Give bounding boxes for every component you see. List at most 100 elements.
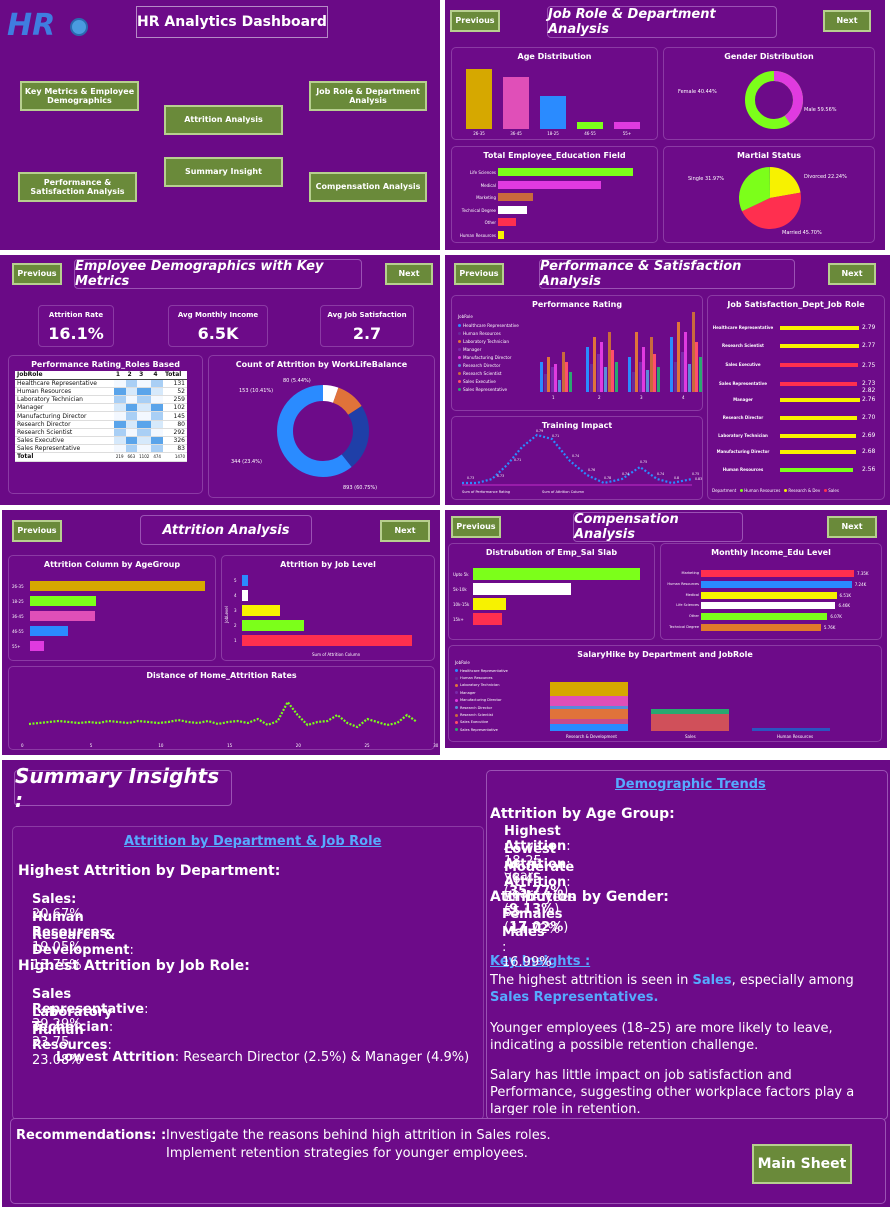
rating-bar [628, 357, 631, 392]
table-heat-cell [137, 395, 152, 405]
performance-button[interactable]: Performance & Satisfaction Analysis [18, 172, 137, 202]
eduincome-tick: Marketing [681, 571, 699, 575]
legend-label: Human Resources [744, 488, 781, 493]
table-row: Sales Representative 83 [15, 444, 187, 454]
job-role-button[interactable]: Job Role & Department Analysis [309, 81, 427, 111]
joblevel-card: Attrition by Job Level JobLevel 5 4 3 2 1 Sum… [221, 555, 435, 661]
rating-bar [589, 364, 593, 392]
table-cell: Manager [15, 403, 114, 413]
table-row: Human Resources 52 [15, 387, 187, 397]
legend-label: Sales Executive [460, 720, 489, 725]
jobsat-legend-item: Human Resources [740, 488, 780, 493]
rating-bar [611, 350, 615, 392]
distance-tick: 25 [365, 743, 371, 748]
table-header-cell: JobRole [15, 371, 114, 380]
jobsat-value-label: 2.73 [862, 380, 876, 387]
rating-bar [568, 372, 572, 392]
previous-button[interactable]: Previous [450, 10, 500, 32]
distance-tick: 5 [90, 743, 93, 748]
legend-label: Research Director [460, 705, 493, 710]
rating-tick: 3 [640, 395, 643, 400]
compensation-button[interactable]: Compensation Analysis [309, 172, 427, 202]
rating-bar [561, 352, 565, 392]
eduincome-bar [701, 570, 854, 577]
key1-highlight: Sales [692, 973, 732, 988]
demo-link[interactable]: Demographic Trends [615, 777, 766, 792]
table-heat-cell [125, 403, 138, 413]
jobsat-tick: Laboratory Technician [718, 433, 768, 438]
jobsat-legend-item: Department [712, 488, 736, 493]
hike-legend-item: Manufacturing Director [455, 697, 525, 704]
performance-table: JobRole 1 2 3 4 Total Healthcare Representativ… [15, 371, 187, 462]
legend-dot-icon [455, 706, 458, 710]
rating-bar [695, 342, 699, 392]
jobsat-bar [780, 450, 857, 454]
lowest-attrition: Lowest Attrition: Research Director (2.5… [56, 1050, 469, 1065]
summary-insight-button[interactable]: Summary Insight [164, 157, 283, 187]
attrition-button[interactable]: Attrition Analysis [164, 105, 283, 135]
education-tick: Life Sciences [469, 170, 496, 175]
worklife-label-1: 80 (5.44%) [283, 378, 311, 384]
table-total-cell: 259 [162, 395, 187, 405]
summary-title: Summary Insights : [14, 764, 232, 812]
next-button[interactable]: Next [380, 520, 430, 542]
single-label: Single 31.97% [688, 176, 725, 182]
jobsat-legend: Department Human Resources Research & Dev S… [712, 488, 839, 493]
performance-table-card: Performance Rating_Roles Based JobRole 1 2… [8, 355, 203, 494]
table-heat-cell [151, 387, 163, 397]
gender-item-key: Females [502, 907, 563, 922]
next-button[interactable]: Next [828, 263, 876, 285]
rating-bar [642, 347, 646, 392]
salslab-bar [473, 613, 503, 625]
legend-dot-icon [455, 728, 458, 732]
salslab-bar [473, 598, 507, 610]
agegroup-chart: 26-35 18-25 36-45 46-55 55+ [9, 556, 217, 662]
main-sheet-button[interactable]: Main Sheet [752, 1144, 852, 1184]
table-cell: Research Director [15, 420, 114, 429]
key1-text2: , especially among [731, 973, 854, 988]
previous-button[interactable]: Previous [12, 520, 62, 542]
age-distribution-card: Age Distribution 26-35 36-45 18-25 46-55 55+ [451, 47, 658, 140]
hike-stack-hr [752, 728, 830, 731]
legend-label: Sales Representative [460, 727, 498, 732]
attrition-panel: Previous Attrition Analysis Next Attriti… [2, 510, 440, 755]
previous-button[interactable]: Previous [454, 263, 504, 285]
training-legend-1: Sum of Performance Rating [462, 490, 511, 494]
kpi-label: Attrition Rate [48, 311, 104, 319]
rating-bar [596, 354, 600, 392]
marital-card: Martial Status Single 31.97% Divorced 22… [663, 146, 875, 243]
gender-donut [745, 71, 803, 129]
summary-panel: Summary Insights : Attrition by Departme… [2, 760, 890, 1207]
jobsat-value-label: 2.77 [862, 342, 876, 349]
salslab-tick: 10k-15k [453, 602, 470, 607]
next-button[interactable]: Next [823, 10, 871, 32]
agegroup-bar [30, 611, 95, 621]
next-button[interactable]: Next [385, 263, 433, 285]
age-bar [540, 96, 566, 129]
jobrole-title: Job Role & Department Analysis [547, 6, 777, 38]
table-heat-cell [113, 411, 126, 421]
training-value-label: 0.71 [552, 434, 559, 438]
dept-heading: Highest Attrition by Department: [18, 863, 281, 879]
salslab-tick: Upto 5k [453, 572, 469, 577]
legend-label: Healthcare Representative [460, 668, 508, 673]
education-tick: Medical [480, 182, 496, 188]
rec-1: Investigate the reasons behind high attr… [166, 1128, 551, 1143]
eduincome-chart: Marketing 7.35K Human Resources 7.24K Medica… [661, 544, 883, 641]
jobsat-bar [780, 326, 860, 330]
dept-link[interactable]: Attrition by Department & Job Role [124, 834, 381, 849]
key-metrics-button[interactable]: Key Metrics & Employee Demographics [20, 81, 139, 111]
previous-button[interactable]: Previous [12, 263, 62, 285]
education-bar [498, 168, 633, 176]
table-row: Laboratory Technician 259 [15, 395, 187, 405]
previous-button[interactable]: Previous [451, 516, 501, 538]
jobsat-value-label: 2.79 [862, 324, 876, 331]
eduincome-tick: Medical [685, 592, 699, 597]
jobsat-bar [780, 398, 860, 402]
table-total-cell: 131 [162, 379, 187, 388]
male-label: Male 59.56% [804, 107, 837, 113]
next-button[interactable]: Next [827, 516, 877, 538]
rating-bar [635, 332, 639, 392]
salslab-chart: Upto 5k 5k-10k 10k-15k 15k+ [449, 544, 656, 641]
kpi-value: 2.7 [352, 324, 382, 343]
